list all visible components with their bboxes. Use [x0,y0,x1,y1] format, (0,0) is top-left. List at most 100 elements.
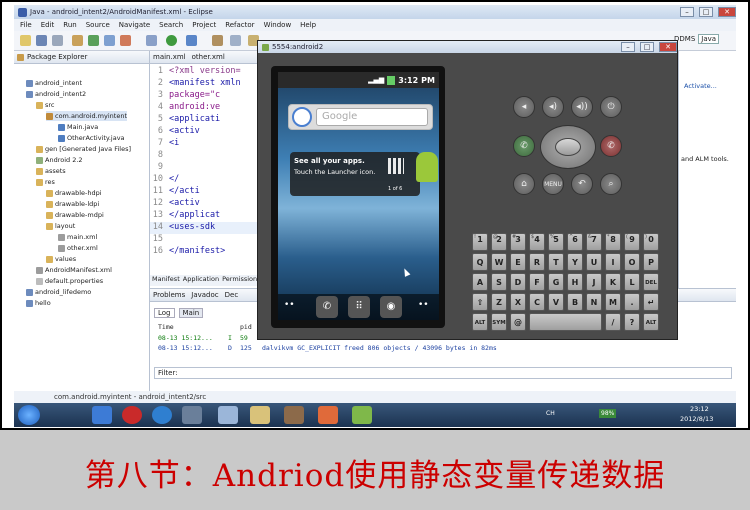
key-g[interactable]: G [548,273,564,291]
menu-window[interactable]: Window [264,21,292,29]
tree-item[interactable]: other.xml [58,243,98,253]
key-f[interactable]: F [529,273,545,291]
menu-source[interactable]: Source [86,21,110,29]
tab-javadoc[interactable]: Javadoc [191,291,218,299]
key-4[interactable]: $4 [529,233,545,251]
xml-editor[interactable]: main.xml other.xml 1 <?xml version= 2 <man… [150,51,261,286]
tree-item[interactable]: AndroidManifest.xml [36,265,112,275]
tab-permissions[interactable]: Permissions [222,275,260,286]
tree-item[interactable]: drawable-ldpi [46,199,99,209]
key-s[interactable]: S [491,273,507,291]
key-del[interactable]: DEL [643,273,659,291]
menu-run[interactable]: Run [63,21,76,29]
tree-item[interactable]: default.properties [36,276,103,286]
menu-help[interactable]: Help [300,21,316,29]
key-t[interactable]: T [548,253,564,271]
key-a[interactable]: A [472,273,488,291]
android-sdk-icon[interactable] [88,35,99,46]
tab-main[interactable]: Main [178,308,204,318]
emulator-minimize-button[interactable]: – [621,42,635,52]
key-i[interactable]: I [605,253,621,271]
tree-item[interactable]: OtherActivity.java [58,133,125,143]
tree-item[interactable]: drawable-hdpi [46,188,102,198]
app-drawer-icon[interactable]: ⠿ [348,296,370,318]
key-l[interactable]: L [624,273,640,291]
menu-project[interactable]: Project [192,21,216,29]
key-period[interactable]: . [624,293,640,311]
phone-dialer-icon[interactable]: ✆ [316,296,338,318]
tree-item[interactable]: gen [Generated Java Files] [36,144,131,154]
key-y[interactable]: Y [567,253,583,271]
key-r[interactable]: R [529,253,545,271]
logcat-filter-field[interactable]: Filter: [154,367,732,379]
tree-item[interactable]: main.xml [58,232,97,242]
tree-item[interactable]: res [36,177,55,187]
key-x[interactable]: X [510,293,526,311]
key-6[interactable]: ^ 6 [567,233,583,251]
key-d[interactable]: D [510,273,526,291]
google-search-box[interactable]: Google [316,108,428,126]
key-e[interactable]: E [510,253,526,271]
key-9[interactable]: (9 [624,233,640,251]
tab-main-xml[interactable]: main.xml [153,53,186,61]
back-button[interactable]: ↶ [571,173,593,195]
key-1[interactable]: ! 1 [472,233,488,251]
tree-item[interactable]: layout [46,221,75,231]
k-app-icon[interactable] [152,406,172,424]
tree-item[interactable]: Android 2.2 [36,155,83,165]
debug-icon[interactable] [146,35,157,46]
key-at[interactable]: @ [510,313,526,331]
key-enter[interactable]: ↵ [643,293,659,311]
key-m[interactable]: M [605,293,621,311]
tab-declaration[interactable]: Dec [225,291,239,299]
run-icon[interactable] [166,35,177,46]
print-icon[interactable] [52,35,63,46]
tab-problems[interactable]: Problems [153,291,185,299]
minimize-button[interactable]: – [680,7,694,17]
maximize-button[interactable]: □ [699,7,713,17]
menu-navigate[interactable]: Navigate [119,21,150,29]
close-button[interactable]: ✕ [718,7,736,17]
emulator-close-button[interactable]: ✕ [659,42,677,52]
key-2[interactable]: @2 [491,233,507,251]
key-p[interactable]: P [643,253,659,271]
key-8[interactable]: * 8 [605,233,621,251]
new-class-icon[interactable] [212,35,223,46]
menu-file[interactable]: File [20,21,32,29]
launcher-tip-widget[interactable]: See all your apps. Touch the Launcher ic… [290,152,420,196]
tab-application[interactable]: Application [183,275,219,286]
key-j[interactable]: J [586,273,602,291]
language-indicator[interactable]: CH [546,410,555,417]
folder-app-icon[interactable] [250,406,270,424]
lint-icon[interactable] [120,35,131,46]
key-o[interactable]: O [624,253,640,271]
plane-app-icon[interactable] [218,406,238,424]
tree-item[interactable]: com.android.myintent [46,111,128,121]
menu-edit[interactable]: Edit [41,21,55,29]
key-alt-left[interactable]: ALT [472,313,488,331]
key-b[interactable]: B [567,293,583,311]
key-sym[interactable]: SYM [491,313,507,331]
android-app-icon[interactable] [352,406,372,424]
key-c[interactable]: C [529,293,545,311]
dpad-center-button[interactable] [555,138,581,156]
avd-manager-icon[interactable] [104,35,115,46]
browser-icon[interactable]: ◉ [380,296,402,318]
android-home-screen[interactable]: ▂▄▆ 3:12 PM Google See all your apps. To… [278,72,439,320]
key-z[interactable]: Z [491,293,507,311]
tree-item[interactable]: assets [36,166,66,176]
key-7[interactable]: & 7 [586,233,602,251]
key-v[interactable]: V [548,293,564,311]
key-0[interactable]: ) 0 [643,233,659,251]
tab-other-xml[interactable]: other.xml [192,53,225,61]
open-type-icon[interactable] [230,35,241,46]
media-player-icon[interactable] [182,406,202,424]
key-w[interactable]: W [491,253,507,271]
tree-item[interactable]: Main.java [58,122,98,132]
opera-icon[interactable] [122,406,142,424]
tab-manifest[interactable]: Manifest [152,275,180,286]
volume-down-button[interactable]: ◂ [513,96,535,118]
tree-item[interactable]: src [36,100,55,110]
ie-icon[interactable] [92,406,112,424]
tree-item[interactable]: android_lifedemo [26,287,91,297]
